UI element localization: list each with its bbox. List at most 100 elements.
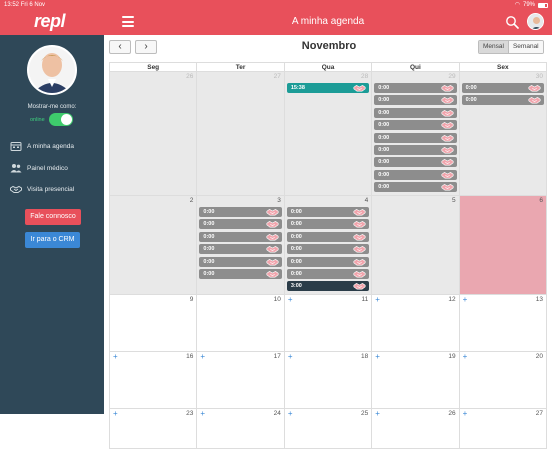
sidebar-item-medical-panel[interactable]: Painel médico	[10, 163, 68, 173]
contact-us-button[interactable]: Fale connosco	[25, 209, 81, 225]
calendar-day-cell[interactable]: 20 +	[458, 352, 548, 409]
day-number: 18	[360, 353, 369, 360]
add-event-button[interactable]: +	[288, 295, 293, 304]
calendar-day-cell[interactable]: 5	[371, 196, 459, 295]
calendar-day-cell[interactable]: 27 +	[458, 409, 548, 449]
add-event-button[interactable]: +	[113, 352, 118, 361]
day-number: 26	[186, 73, 194, 80]
handshake-icon	[353, 271, 366, 278]
event-item[interactable]: 0:00	[199, 207, 282, 217]
handshake-icon	[266, 246, 279, 253]
calendar-day-cell[interactable]: 11 +	[283, 295, 372, 352]
person-icon	[528, 14, 543, 29]
online-toggle[interactable]	[48, 113, 73, 126]
calendar-day-cell[interactable]: 9	[109, 295, 197, 352]
handshake-icon	[10, 185, 22, 193]
online-status-label: online	[30, 116, 45, 123]
calendar-day-cell[interactable]: 28 15:38	[283, 72, 372, 196]
event-item[interactable]: 0:00	[374, 169, 457, 180]
handshake-icon	[266, 221, 279, 228]
event-item[interactable]: 0:00	[374, 120, 457, 131]
calendar-day-cell[interactable]: 13 +	[458, 295, 548, 352]
calendar-day-cell[interactable]: 6	[458, 196, 548, 295]
event-item[interactable]: 15:38	[286, 83, 370, 93]
header-avatar[interactable]	[527, 13, 544, 30]
event-item[interactable]: 0:00	[374, 132, 457, 143]
add-event-button[interactable]: +	[375, 352, 380, 361]
event-item[interactable]: 0:00	[374, 83, 457, 93]
calendar-day-cell[interactable]: 24 +	[196, 409, 284, 449]
hamburger-menu-icon[interactable]	[122, 16, 134, 27]
event-time: 0:00	[378, 134, 390, 141]
event-time: 0:00	[290, 246, 302, 253]
weekday-label: Qua	[283, 63, 371, 71]
next-month-button[interactable]: ›	[135, 40, 157, 54]
add-event-button[interactable]: +	[375, 295, 380, 304]
event-item[interactable]: 0:00	[374, 107, 457, 118]
sidebar-item-agenda[interactable]: A minha agenda	[10, 141, 74, 151]
day-number: 30	[535, 73, 544, 80]
event-item[interactable]: 0:00	[286, 256, 370, 267]
calendar-day-cell[interactable]: 25 +	[283, 409, 372, 449]
calendar-day-cell[interactable]: 17 +	[196, 352, 284, 409]
day-number: 3	[277, 197, 281, 204]
add-event-button[interactable]: +	[463, 295, 468, 304]
event-item[interactable]: 3:00	[286, 281, 370, 292]
day-events: 0:00 0:00 0:00 0:00 0:00 0:00 0:00 0:00 0:00	[374, 83, 457, 195]
event-item[interactable]: 0:00	[374, 95, 457, 106]
event-item[interactable]: 0:00	[374, 144, 457, 155]
calendar-day-cell[interactable]: 19 +	[371, 352, 459, 409]
event-item[interactable]: 0:00	[199, 231, 282, 242]
event-item[interactable]: 0:00	[286, 219, 370, 230]
handshake-icon	[353, 209, 366, 216]
prev-month-button[interactable]: ‹	[109, 40, 131, 54]
calendar-grid: Seg Ter Qua Qui Sex 26 27 28 15:38 29 0:00 0:0…	[109, 62, 548, 449]
go-to-crm-button[interactable]: Ir para o CRM	[25, 232, 80, 248]
calendar-day-cell[interactable]: 16 +	[109, 352, 197, 409]
handshake-icon	[266, 271, 279, 278]
event-item[interactable]: 0:00	[199, 256, 282, 267]
calendar-day-cell[interactable]: 26	[109, 72, 197, 196]
event-item[interactable]: 0:00	[286, 207, 370, 217]
calendar-day-cell[interactable]: 3 0:00 0:00 0:00 0:00 0:00 0:00	[196, 196, 284, 295]
calendar-weeks: 26 27 28 15:38 29 0:00 0:00 0:00 0:00 0:00 0:00 0:0…	[109, 72, 548, 449]
weekday-label: Ter	[196, 63, 283, 71]
calendar-week-row: 9 10 11 +12 +13 +	[109, 295, 548, 352]
calendar-week-row: 2 3 0:00 0:00 0:00 0:00 0:00 0:00 4 0:00 0:00 0:00 0…	[109, 196, 548, 295]
search-icon[interactable]	[505, 15, 519, 29]
handshake-icon	[266, 209, 279, 216]
calendar-day-cell[interactable]: 29 0:00 0:00 0:00 0:00 0:00 0:00 0:00 0:00 0:00	[371, 72, 459, 196]
event-item[interactable]: 0:00	[199, 268, 282, 279]
event-item[interactable]: 0:00	[461, 83, 545, 93]
calendar-day-cell[interactable]: 2	[109, 196, 197, 295]
calendar-day-cell[interactable]: 30 0:00 0:00	[458, 72, 548, 196]
calendar-day-cell[interactable]: 23 +	[109, 409, 197, 449]
event-item[interactable]: 0:00	[374, 182, 457, 193]
day-number: 29	[448, 73, 456, 80]
handshake-icon	[353, 283, 366, 290]
add-event-button[interactable]: +	[200, 352, 205, 361]
status-time: 13:52	[4, 2, 20, 8]
event-item[interactable]: 0:00	[286, 231, 370, 242]
view-weekly-button[interactable]: Semanal	[507, 41, 543, 53]
handshake-icon	[441, 97, 454, 104]
calendar-day-cell[interactable]: 12 +	[371, 295, 459, 352]
add-event-button[interactable]: +	[463, 352, 468, 361]
sidebar-item-label: Painel médico	[27, 164, 68, 172]
add-event-button[interactable]: +	[288, 352, 293, 361]
calendar-day-cell[interactable]: 26 +	[371, 409, 459, 449]
event-item[interactable]: 0:00	[199, 244, 282, 255]
event-item[interactable]: 0:00	[374, 157, 457, 168]
event-item[interactable]: 0:00	[199, 219, 282, 230]
sidebar-item-visit[interactable]: Visita presencial	[10, 184, 74, 194]
calendar-day-cell[interactable]: 18 +	[283, 352, 372, 409]
event-item[interactable]: 0:00	[286, 244, 370, 255]
view-monthly-button[interactable]: Mensal	[479, 41, 508, 53]
event-item[interactable]: 0:00	[461, 95, 545, 106]
event-item[interactable]: 0:00	[286, 268, 370, 279]
calendar-day-cell[interactable]: 10	[196, 295, 284, 352]
handshake-icon	[266, 258, 279, 266]
handshake-icon	[266, 233, 279, 241]
calendar-day-cell[interactable]: 4 0:00 0:00 0:00 0:00 0:00 0:00 3:00	[283, 196, 372, 295]
calendar-day-cell[interactable]: 27	[196, 72, 284, 196]
